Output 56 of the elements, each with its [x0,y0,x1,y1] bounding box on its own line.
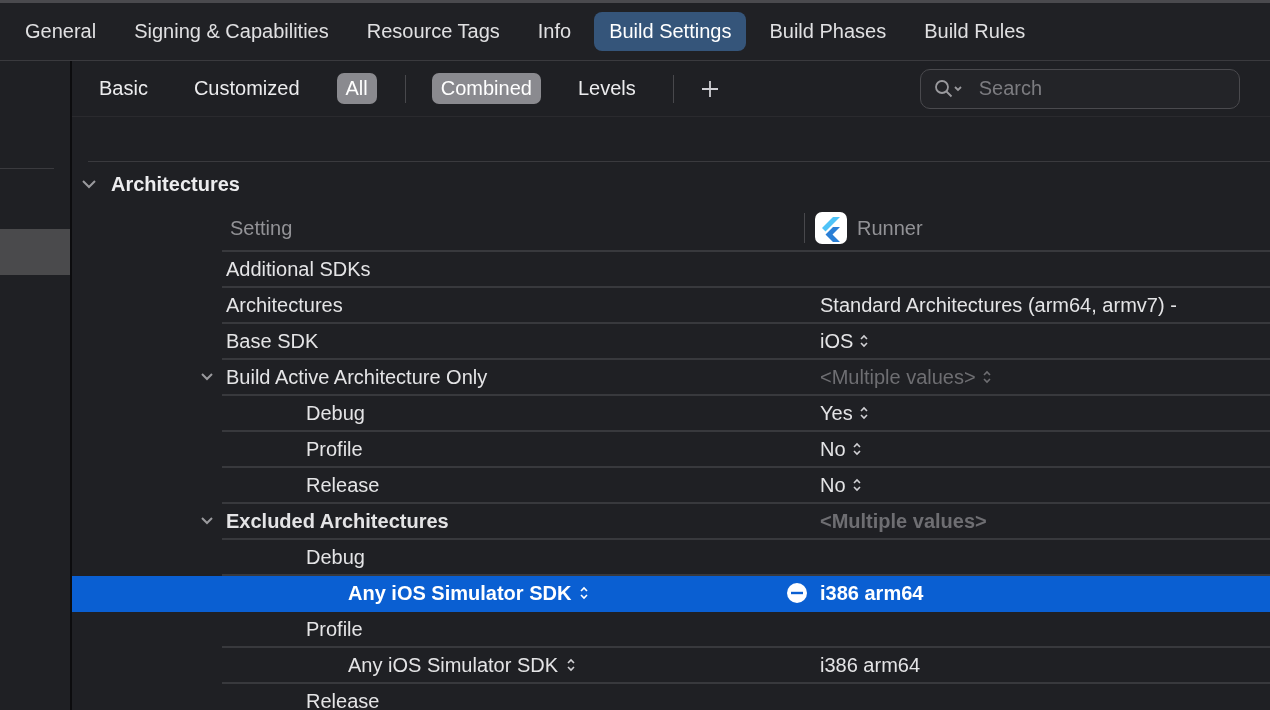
setting-name: Release [306,689,380,710]
setting-row[interactable]: Architectures Standard Architectures (arm64, armv7) - [72,288,1270,324]
setting-name: Debug [306,545,365,569]
setting-value: No [820,437,846,461]
setting-name: Excluded Architectures [226,509,449,533]
setting-value: i386 arm64 [820,581,924,605]
setting-value: Yes [820,401,853,425]
tab[interactable]: Build Phases [754,12,902,51]
filter-button[interactable]: Basic [90,73,157,104]
setting-value: Standard Architectures (arm64, armv7) - [820,293,1177,317]
setting-name: Debug [306,401,365,425]
setting-row[interactable]: Base SDK iOS [72,324,1270,360]
setting-name: Additional SDKs [226,257,371,281]
setting-row[interactable]: Profile [72,612,1270,648]
filter-button[interactable]: Customized [184,73,309,104]
remove-icon[interactable] [786,582,808,604]
setting-row[interactable]: Profile No [72,432,1270,468]
setting-row[interactable]: Release [72,684,1270,710]
setting-name: Profile [306,437,363,461]
setting-row[interactable]: Any iOS Simulator SDK i386 arm64 [72,648,1270,684]
setting-name: Architectures [226,293,343,317]
setting-row[interactable]: Debug Yes [72,396,1270,432]
search-field[interactable]: Search [919,68,1240,109]
setting-name: Build Active Architecture Only [226,365,488,389]
setting-name: Any iOS Simulator SDK [348,653,559,677]
tab[interactable]: Signing & Capabilities [119,12,344,51]
tab[interactable]: Resource Tags [351,12,515,51]
setting-value: iOS [820,329,854,353]
chevron-icon[interactable] [81,179,97,189]
setting-value: <Multiple values> [820,365,976,389]
app-icon [815,212,847,244]
setting-name: Release [306,473,380,497]
setting-row[interactable]: Release No [72,468,1270,504]
view-button[interactable]: Levels [568,73,645,104]
setting-value: <Multiple values> [820,509,987,533]
setting-name: Base SDK [226,329,319,353]
column-header: Runner [857,216,923,240]
column-header: Setting [230,216,293,240]
search-icon [933,78,964,99]
popup-arrows-icon[interactable] [566,657,577,673]
setting-name: Any iOS Simulator SDK [348,581,572,605]
tab[interactable]: General [10,12,112,51]
section-title: Architectures [111,172,240,196]
setting-row[interactable]: Any iOS Simulator SDK i386 arm64 [72,576,1270,612]
chevron-icon[interactable] [200,372,214,382]
setting-value: i386 arm64 [820,653,921,677]
setting-name: Profile [306,617,363,641]
tab[interactable]: Info [522,12,587,51]
tab[interactable]: Build Rules [909,12,1041,51]
add-icon[interactable] [699,78,720,99]
setting-row[interactable]: Build Active Architecture Only <Multiple values> [72,360,1270,396]
setting-value: No [820,473,846,497]
setting-row[interactable]: Excluded Architectures <Multiple values> [72,504,1270,540]
setting-row[interactable]: Additional SDKs [72,252,1270,288]
tab[interactable]: Build Settings [594,12,747,51]
chevron-icon[interactable] [200,516,214,526]
